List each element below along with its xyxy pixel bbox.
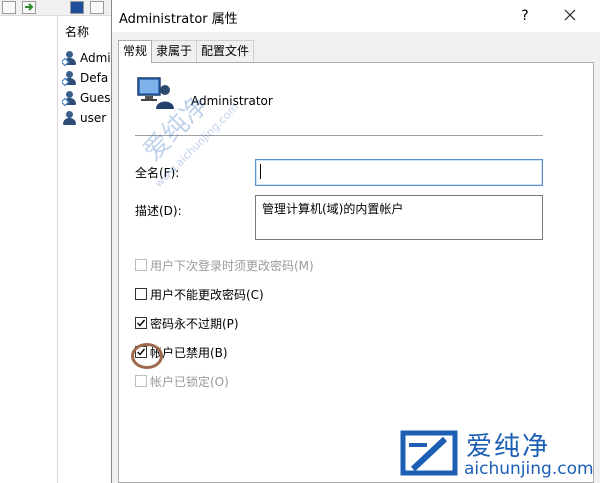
export-icon bbox=[25, 3, 34, 11]
column-header-name[interactable]: 名称 bbox=[59, 23, 89, 40]
list-item[interactable]: Gues bbox=[62, 89, 114, 107]
close-icon bbox=[564, 9, 576, 21]
highlight-circle-annotation bbox=[131, 343, 163, 369]
checkbox-account-locked[interactable]: 帐户已锁定(O) bbox=[135, 373, 229, 389]
checkbox-label: 用户不能更改密码(C) bbox=[150, 287, 264, 302]
admin-computer-icon bbox=[137, 77, 174, 109]
user-name: Gues bbox=[80, 91, 111, 105]
dialog-title: Administrator 属性 bbox=[119, 12, 238, 27]
user-name: Defa bbox=[80, 71, 109, 85]
checkbox-box[interactable] bbox=[135, 317, 147, 329]
tab-strip: 常规 隶属于 配置文件 bbox=[118, 40, 255, 63]
help-button[interactable]: ? bbox=[516, 6, 534, 26]
user-icon bbox=[62, 91, 77, 107]
console-tree-pane bbox=[0, 16, 58, 483]
checkmark-icon bbox=[137, 319, 146, 327]
user-name: Admi bbox=[80, 51, 111, 65]
checkbox-label: 帐户已锁定(O) bbox=[150, 374, 229, 389]
user-icon bbox=[62, 51, 77, 67]
tab-member-of[interactable]: 隶属于 bbox=[151, 40, 198, 62]
general-tab-panel: Administrator 全名(F): 描述(D): 管理计算机(域)的内置帐… bbox=[118, 62, 594, 483]
checkbox-cannot-change-password[interactable]: 用户不能更改密码(C) bbox=[135, 286, 264, 302]
toolbar-button-export[interactable] bbox=[22, 1, 36, 14]
watermark-brand: 爱纯净 bbox=[466, 432, 551, 462]
list-item[interactable]: Admi bbox=[62, 49, 114, 67]
text-caret bbox=[260, 164, 261, 179]
close-button[interactable] bbox=[555, 4, 585, 28]
checkbox-password-never-expires[interactable]: 密码永不过期(P) bbox=[135, 315, 239, 331]
properties-dialog: Administrator 属性 ? 常规 隶属于 配置文件 Administr… bbox=[111, 0, 600, 483]
account-name: Administrator bbox=[191, 94, 273, 108]
list-item[interactable]: user bbox=[62, 109, 114, 127]
toolbar-button-help[interactable] bbox=[70, 1, 84, 14]
users-list-pane: 名称 Admi Defa Gues user bbox=[59, 16, 112, 483]
checkbox-box[interactable] bbox=[135, 375, 147, 387]
dialog-titlebar[interactable]: Administrator 属性 ? bbox=[112, 0, 600, 32]
checkbox-box[interactable] bbox=[135, 288, 147, 300]
list-item[interactable]: Defa bbox=[62, 69, 114, 87]
fullname-label: 全名(F): bbox=[135, 166, 180, 180]
tab-profile[interactable]: 配置文件 bbox=[196, 40, 255, 62]
description-field[interactable]: 管理计算机(域)的内置帐户 bbox=[255, 195, 543, 240]
tab-general[interactable]: 常规 bbox=[118, 40, 153, 63]
description-label: 描述(D): bbox=[135, 204, 182, 218]
fullname-field[interactable] bbox=[255, 159, 543, 186]
toolbar-button-properties[interactable] bbox=[2, 1, 16, 14]
checkbox-label: 用户下次登录时须更改密码(M) bbox=[150, 258, 314, 273]
checkbox-must-change-password[interactable]: 用户下次登录时须更改密码(M) bbox=[135, 257, 314, 273]
user-icon bbox=[62, 111, 77, 125]
separator bbox=[135, 135, 543, 136]
checkbox-box[interactable] bbox=[135, 259, 147, 271]
checkbox-label: 密码永不过期(P) bbox=[150, 316, 239, 331]
watermark-url: aichunjing.com bbox=[464, 459, 594, 479]
toolbar-button-view[interactable] bbox=[90, 1, 104, 14]
background-toolbar bbox=[0, 0, 112, 16]
user-name: user bbox=[80, 111, 107, 125]
user-icon bbox=[62, 71, 77, 87]
